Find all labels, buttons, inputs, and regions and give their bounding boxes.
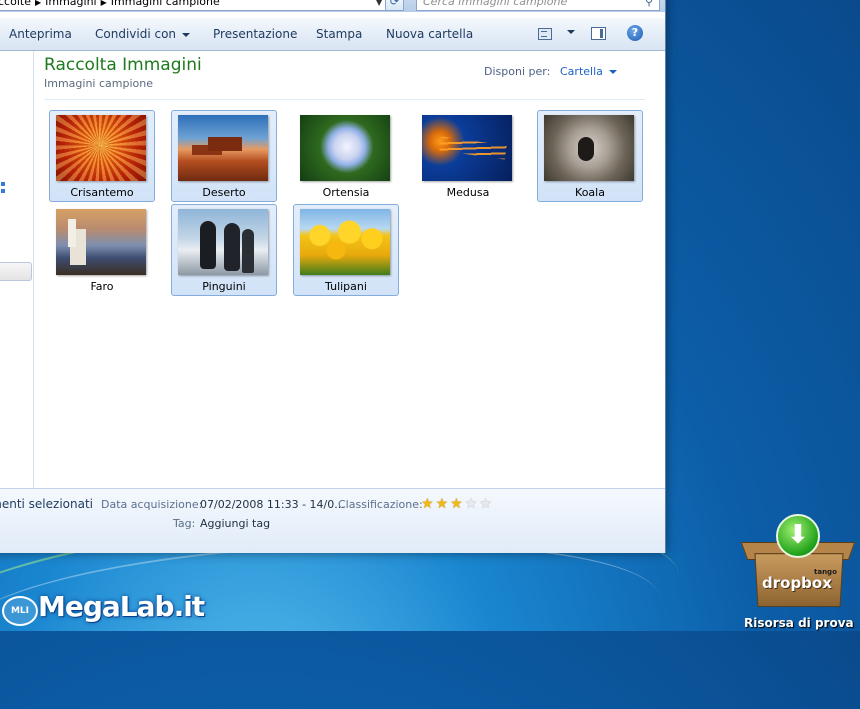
breadcrumb-item[interactable]: Immagini campione xyxy=(111,0,220,8)
arrange-by-value: Cartella xyxy=(560,65,603,78)
chrysanthemum-thumbnail xyxy=(56,115,146,181)
penguins-thumbnail xyxy=(178,209,268,275)
refresh-button[interactable]: ⟳ xyxy=(385,0,404,11)
dropbox-logo-text: dropbox xyxy=(762,574,832,592)
picture-name: Koala xyxy=(575,186,605,199)
rating-stars[interactable]: ★★★★★ xyxy=(421,496,494,512)
star-icon[interactable]: ★ xyxy=(421,496,436,512)
picture-name: Ortensia xyxy=(322,186,370,199)
picture-tile-medusa[interactable]: Medusa xyxy=(415,110,521,202)
navigation-pane xyxy=(0,51,34,488)
tags-label: Tag: xyxy=(173,517,196,530)
search-input[interactable]: Cerca Immagini campione ⚲ xyxy=(416,0,660,11)
print-button[interactable]: Stampa xyxy=(316,27,362,41)
picture-name: Deserto xyxy=(202,186,246,199)
address-dropdown-icon[interactable]: ▼ xyxy=(376,0,382,7)
address-bar[interactable]: ccolte ▶ Immagini ▶ Immagini campione xyxy=(0,0,389,11)
breadcrumb-separator-icon[interactable]: ▶ xyxy=(101,0,107,7)
preview-button[interactable]: Anteprima xyxy=(9,27,72,41)
search-icon[interactable]: ⚲ xyxy=(645,0,653,8)
search-placeholder: Cerca Immagini campione xyxy=(423,0,568,8)
new-folder-button[interactable]: Nuova cartella xyxy=(386,27,473,41)
file-view: Raccolta Immagini Immagini campione Disp… xyxy=(34,51,665,488)
picture-tile-pinguini[interactable]: Pinguini xyxy=(171,204,277,296)
picture-tile-deserto[interactable]: Deserto xyxy=(171,110,277,202)
nav-item-icon[interactable] xyxy=(1,189,5,193)
jellyfish-thumbnail xyxy=(422,115,512,181)
breadcrumb-item[interactable]: ccolte xyxy=(0,0,31,8)
desert-thumbnail xyxy=(178,115,268,181)
picture-name: Medusa xyxy=(446,186,490,199)
slideshow-button[interactable]: Presentazione xyxy=(213,27,297,41)
download-arrow-icon: ⬇ xyxy=(776,514,820,558)
picture-tile-crisantemo[interactable]: Crisantemo xyxy=(49,110,155,202)
dropbox-desktop-icon[interactable]: ⬇ tango dropbox xyxy=(740,514,856,610)
lighthouse-thumbnail xyxy=(56,209,146,275)
selection-count: menti selezionati xyxy=(0,497,93,511)
details-pane: menti selezionati Data acquisizione: 07/… xyxy=(0,488,665,553)
share-with-button[interactable]: Condividi con xyxy=(95,27,191,41)
rating-label: Classificazione: xyxy=(338,498,423,511)
picture-name: Faro xyxy=(90,280,114,293)
chevron-down-icon xyxy=(182,32,191,37)
date-taken-label: Data acquisizione: xyxy=(101,498,203,511)
library-subtitle: Immagini campione xyxy=(44,77,153,90)
star-icon[interactable]: ★ xyxy=(465,496,480,512)
koala-thumbnail xyxy=(544,115,634,181)
megalab-badge-logo: MLI xyxy=(2,596,38,626)
hydrangea-thumbnail xyxy=(300,115,390,181)
header-divider xyxy=(44,99,645,100)
date-taken-value[interactable]: 07/02/2008 11:33 - 14/0... xyxy=(200,498,345,511)
nav-item-icon[interactable] xyxy=(1,182,5,186)
desktop-icon-label[interactable]: Risorsa di prova xyxy=(744,616,854,630)
share-with-label: Condividi con xyxy=(95,27,177,41)
library-title: Raccolta Immagini xyxy=(44,55,202,75)
arrange-by-label: Disponi per: xyxy=(484,65,551,78)
tags-value[interactable]: Aggiungi tag xyxy=(200,517,270,530)
picture-tile-koala[interactable]: Koala xyxy=(537,110,643,202)
tulips-thumbnail xyxy=(300,209,390,275)
picture-name: Crisantemo xyxy=(70,186,134,199)
navigation-scrollbar[interactable] xyxy=(0,262,32,281)
picture-tile-faro[interactable]: Faro xyxy=(49,204,155,296)
picture-tile-ortensia[interactable]: Ortensia xyxy=(293,110,399,202)
arrange-by-dropdown[interactable]: Cartella xyxy=(560,65,617,78)
preview-pane-icon[interactable] xyxy=(591,27,606,40)
window-chrome: ccolte ▶ Immagini ▶ Immagini campione ▼ ⟳ Ce… xyxy=(0,0,665,12)
star-icon[interactable]: ★ xyxy=(479,496,494,512)
command-bar: Anteprima Condividi con Presentazione St… xyxy=(0,18,665,51)
breadcrumb-separator-icon[interactable]: ▶ xyxy=(35,0,41,7)
picture-name: Pinguini xyxy=(202,280,246,293)
help-icon[interactable]: ? xyxy=(627,25,643,41)
star-icon[interactable]: ★ xyxy=(450,496,465,512)
chevron-down-icon[interactable] xyxy=(567,30,575,34)
picture-name: Tulipani xyxy=(325,280,367,293)
breadcrumb-item[interactable]: Immagini xyxy=(45,0,96,8)
star-icon[interactable]: ★ xyxy=(436,496,451,512)
megalab-watermark-logo: MegaLab.it xyxy=(38,590,205,623)
explorer-window: ccolte ▶ Immagini ▶ Immagini campione ▼ ⟳ Ce… xyxy=(0,0,666,553)
change-view-icon[interactable] xyxy=(538,28,552,40)
chevron-down-icon xyxy=(608,70,617,74)
picture-tile-tulipani[interactable]: Tulipani xyxy=(293,204,399,296)
